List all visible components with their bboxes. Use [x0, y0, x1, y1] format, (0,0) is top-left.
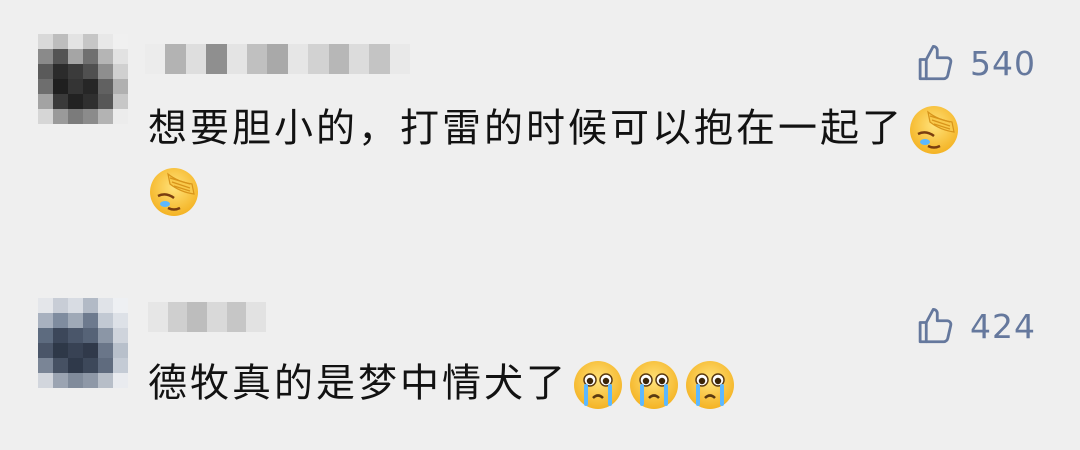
username-blurred[interactable] — [145, 44, 410, 74]
like-button[interactable]: 540 — [914, 42, 1036, 84]
thumbs-up-icon — [914, 305, 956, 347]
comment-text: 想要胆小的，打雷的时候可以抱在一起了 — [148, 96, 1018, 162]
comment-text: 德牧真的是梦中情犬了 — [148, 351, 1018, 417]
like-button[interactable]: 424 — [914, 305, 1036, 347]
crying-emoji — [572, 359, 624, 411]
comment-item: 540 想要胆小的，打雷的时候可以抱在一起了 — [0, 0, 1080, 245]
username-blurred[interactable] — [148, 302, 266, 332]
like-count: 424 — [970, 306, 1036, 346]
crying-emoji — [628, 359, 680, 411]
thumbs-up-icon — [914, 42, 956, 84]
facepalm-emoji — [148, 166, 200, 218]
facepalm-emoji — [908, 104, 960, 156]
comment-body: 想要胆小的，打雷的时候可以抱在一起了 — [148, 106, 905, 152]
avatar[interactable] — [38, 34, 128, 124]
comment-item: 424 德牧真的是梦中情犬了 — [0, 245, 1080, 450]
avatar[interactable] — [38, 298, 128, 388]
crying-emoji — [684, 359, 736, 411]
comment-body: 德牧真的是梦中情犬了 — [148, 361, 569, 407]
emoji-row — [148, 166, 200, 218]
like-count: 540 — [970, 43, 1036, 83]
